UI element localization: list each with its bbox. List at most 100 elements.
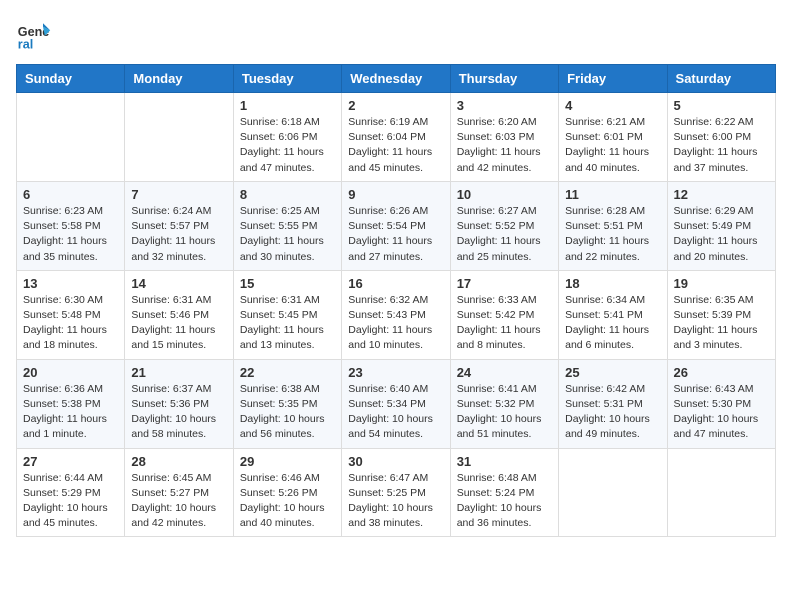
calendar-cell: 13 Sunrise: 6:30 AM Sunset: 5:48 PM Dayli… <box>17 270 125 359</box>
day-number: 6 <box>23 187 118 202</box>
day-info: Sunrise: 6:28 AM Sunset: 5:51 PM Dayligh… <box>565 204 660 265</box>
day-number: 14 <box>131 276 226 291</box>
calendar-cell: 10 Sunrise: 6:27 AM Sunset: 5:52 PM Dayli… <box>450 181 558 270</box>
day-info: Sunrise: 6:36 AM Sunset: 5:38 PM Dayligh… <box>23 382 118 443</box>
day-number: 18 <box>565 276 660 291</box>
day-info: Sunrise: 6:31 AM Sunset: 5:46 PM Dayligh… <box>131 293 226 354</box>
calendar-cell: 26 Sunrise: 6:43 AM Sunset: 5:30 PM Dayli… <box>667 359 775 448</box>
day-info: Sunrise: 6:29 AM Sunset: 5:49 PM Dayligh… <box>674 204 769 265</box>
weekday-header-tuesday: Tuesday <box>233 65 341 93</box>
calendar-table: SundayMondayTuesdayWednesdayThursdayFrid… <box>16 64 776 537</box>
day-info: Sunrise: 6:30 AM Sunset: 5:48 PM Dayligh… <box>23 293 118 354</box>
calendar-cell: 18 Sunrise: 6:34 AM Sunset: 5:41 PM Dayli… <box>559 270 667 359</box>
day-info: Sunrise: 6:42 AM Sunset: 5:31 PM Dayligh… <box>565 382 660 443</box>
day-number: 4 <box>565 98 660 113</box>
calendar-cell: 5 Sunrise: 6:22 AM Sunset: 6:00 PM Daylig… <box>667 93 775 182</box>
calendar-cell: 28Sunrise: 6:45 AM Sunset: 5:27 PM Dayli… <box>125 448 233 537</box>
page-header: Gene ral <box>16 16 776 52</box>
day-info: Sunrise: 6:33 AM Sunset: 5:42 PM Dayligh… <box>457 293 552 354</box>
calendar-cell: 21 Sunrise: 6:37 AM Sunset: 5:36 PM Dayli… <box>125 359 233 448</box>
calendar-cell: 31 Sunrise: 6:48 AM Sunset: 5:24 PM Dayli… <box>450 448 558 537</box>
calendar-cell <box>559 448 667 537</box>
day-number: 23 <box>348 365 443 380</box>
calendar-cell: 22 Sunrise: 6:38 AM Sunset: 5:35 PM Dayli… <box>233 359 341 448</box>
calendar-cell: 6Sunrise: 6:23 AM Sunset: 5:58 PM Daylig… <box>17 181 125 270</box>
day-number: 5 <box>674 98 769 113</box>
weekday-header-sunday: Sunday <box>17 65 125 93</box>
day-number: 24 <box>457 365 552 380</box>
weekday-header-thursday: Thursday <box>450 65 558 93</box>
calendar-cell: 15 Sunrise: 6:31 AM Sunset: 5:45 PM Dayli… <box>233 270 341 359</box>
day-number: 30 <box>348 454 443 469</box>
day-info: Sunrise: 6:27 AM Sunset: 5:52 PM Dayligh… <box>457 204 552 265</box>
day-number: 3 <box>457 98 552 113</box>
day-info: Sunrise: 6:37 AM Sunset: 5:36 PM Dayligh… <box>131 382 226 443</box>
calendar-cell: 19Sunrise: 6:35 AM Sunset: 5:39 PM Dayli… <box>667 270 775 359</box>
calendar-cell <box>125 93 233 182</box>
day-info: Sunrise: 6:25 AM Sunset: 5:55 PM Dayligh… <box>240 204 335 265</box>
day-number: 29 <box>240 454 335 469</box>
day-number: 11 <box>565 187 660 202</box>
day-info: Sunrise: 6:43 AM Sunset: 5:30 PM Dayligh… <box>674 382 769 443</box>
weekday-header-monday: Monday <box>125 65 233 93</box>
weekday-header-friday: Friday <box>559 65 667 93</box>
day-number: 21 <box>131 365 226 380</box>
day-info: Sunrise: 6:46 AM Sunset: 5:26 PM Dayligh… <box>240 471 335 532</box>
day-number: 9 <box>348 187 443 202</box>
day-number: 2 <box>348 98 443 113</box>
day-number: 26 <box>674 365 769 380</box>
day-info: Sunrise: 6:21 AM Sunset: 6:01 PM Dayligh… <box>565 115 660 176</box>
day-number: 7 <box>131 187 226 202</box>
weekday-header-saturday: Saturday <box>667 65 775 93</box>
calendar-cell: 27 Sunrise: 6:44 AM Sunset: 5:29 PM Dayli… <box>17 448 125 537</box>
day-number: 12 <box>674 187 769 202</box>
day-number: 20 <box>23 365 118 380</box>
calendar-cell: 7 Sunrise: 6:24 AM Sunset: 5:57 PM Daylig… <box>125 181 233 270</box>
day-info: Sunrise: 6:20 AM Sunset: 6:03 PM Dayligh… <box>457 115 552 176</box>
day-number: 15 <box>240 276 335 291</box>
calendar-cell: 12 Sunrise: 6:29 AM Sunset: 5:49 PM Dayli… <box>667 181 775 270</box>
day-number: 10 <box>457 187 552 202</box>
day-info: Sunrise: 6:19 AM Sunset: 6:04 PM Dayligh… <box>348 115 443 176</box>
day-info: Sunrise: 6:24 AM Sunset: 5:57 PM Dayligh… <box>131 204 226 265</box>
calendar-cell: 2 Sunrise: 6:19 AM Sunset: 6:04 PM Daylig… <box>342 93 450 182</box>
calendar-cell: 30 Sunrise: 6:47 AM Sunset: 5:25 PM Dayli… <box>342 448 450 537</box>
day-info: Sunrise: 6:32 AM Sunset: 5:43 PM Dayligh… <box>348 293 443 354</box>
day-number: 19 <box>674 276 769 291</box>
calendar-cell: 20 Sunrise: 6:36 AM Sunset: 5:38 PM Dayli… <box>17 359 125 448</box>
day-info: Sunrise: 6:47 AM Sunset: 5:25 PM Dayligh… <box>348 471 443 532</box>
day-info: Sunrise: 6:48 AM Sunset: 5:24 PM Dayligh… <box>457 471 552 532</box>
day-number: 22 <box>240 365 335 380</box>
svg-text:ral: ral <box>18 37 33 51</box>
day-number: 28 <box>131 454 226 469</box>
weekday-header-wednesday: Wednesday <box>342 65 450 93</box>
day-info: Sunrise: 6:34 AM Sunset: 5:41 PM Dayligh… <box>565 293 660 354</box>
calendar-cell: 11 Sunrise: 6:28 AM Sunset: 5:51 PM Dayli… <box>559 181 667 270</box>
calendar-cell: 9 Sunrise: 6:26 AM Sunset: 5:54 PM Daylig… <box>342 181 450 270</box>
calendar-cell: 25Sunrise: 6:42 AM Sunset: 5:31 PM Dayli… <box>559 359 667 448</box>
day-number: 1 <box>240 98 335 113</box>
day-info: Sunrise: 6:26 AM Sunset: 5:54 PM Dayligh… <box>348 204 443 265</box>
day-number: 8 <box>240 187 335 202</box>
day-info: Sunrise: 6:44 AM Sunset: 5:29 PM Dayligh… <box>23 471 118 532</box>
day-number: 31 <box>457 454 552 469</box>
day-info: Sunrise: 6:38 AM Sunset: 5:35 PM Dayligh… <box>240 382 335 443</box>
day-info: Sunrise: 6:22 AM Sunset: 6:00 PM Dayligh… <box>674 115 769 176</box>
day-info: Sunrise: 6:18 AM Sunset: 6:06 PM Dayligh… <box>240 115 335 176</box>
day-number: 27 <box>23 454 118 469</box>
day-number: 17 <box>457 276 552 291</box>
day-number: 13 <box>23 276 118 291</box>
calendar-cell: 23 Sunrise: 6:40 AM Sunset: 5:34 PM Dayli… <box>342 359 450 448</box>
day-info: Sunrise: 6:40 AM Sunset: 5:34 PM Dayligh… <box>348 382 443 443</box>
calendar-cell: 1 Sunrise: 6:18 AM Sunset: 6:06 PM Daylig… <box>233 93 341 182</box>
day-info: Sunrise: 6:31 AM Sunset: 5:45 PM Dayligh… <box>240 293 335 354</box>
calendar-cell: 24Sunrise: 6:41 AM Sunset: 5:32 PM Dayli… <box>450 359 558 448</box>
calendar-cell: 14 Sunrise: 6:31 AM Sunset: 5:46 PM Dayli… <box>125 270 233 359</box>
calendar-cell <box>17 93 125 182</box>
logo: Gene ral <box>16 16 58 52</box>
calendar-cell: 8 Sunrise: 6:25 AM Sunset: 5:55 PM Daylig… <box>233 181 341 270</box>
calendar-cell: 3 Sunrise: 6:20 AM Sunset: 6:03 PM Daylig… <box>450 93 558 182</box>
calendar-cell: 29 Sunrise: 6:46 AM Sunset: 5:26 PM Dayli… <box>233 448 341 537</box>
logo-icon: Gene ral <box>16 16 52 52</box>
calendar-cell: 4 Sunrise: 6:21 AM Sunset: 6:01 PM Daylig… <box>559 93 667 182</box>
